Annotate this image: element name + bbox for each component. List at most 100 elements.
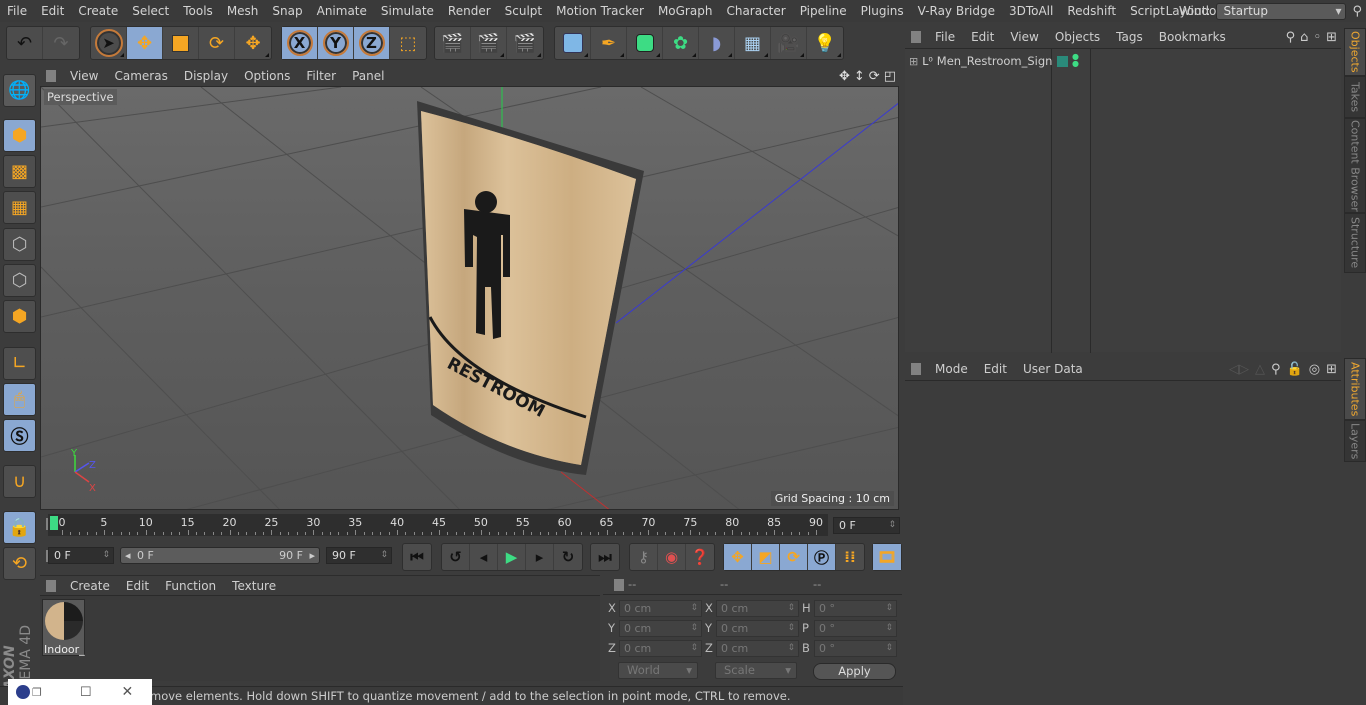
- objects-new-panel-icon[interactable]: ⊞: [1326, 30, 1337, 45]
- cube-button[interactable]: [555, 27, 591, 59]
- next-frame-button[interactable]: ▸: [526, 544, 554, 570]
- up-arrow-icon[interactable]: △: [1255, 362, 1265, 377]
- redo-button[interactable]: ↷: [43, 27, 79, 59]
- target-icon[interactable]: ◎: [1309, 362, 1320, 377]
- objects-menu-view[interactable]: View: [1002, 30, 1046, 44]
- size-mode-dropdown[interactable]: Scale: [715, 662, 797, 679]
- viewport-menu-options[interactable]: Options: [236, 69, 298, 83]
- tab-content-browser[interactable]: Content Browser: [1344, 118, 1366, 213]
- search-icon[interactable]: ⚲: [1352, 4, 1362, 19]
- key-position-button[interactable]: ✥: [724, 544, 752, 570]
- menu-create[interactable]: Create: [71, 4, 125, 18]
- play-button[interactable]: ▶: [498, 544, 526, 570]
- make-editable-button[interactable]: 🌐: [3, 74, 36, 107]
- menu-pipeline[interactable]: Pipeline: [793, 4, 854, 18]
- previous-frame-button[interactable]: ◂: [470, 544, 498, 570]
- lock-icon[interactable]: 🔓: [1287, 362, 1303, 377]
- object-row[interactable]: ⊞ L⁰ Men_Restroom_Sign ● ●: [905, 52, 1345, 70]
- coordinate-system-button[interactable]: ⬚: [390, 27, 426, 59]
- tab-structure[interactable]: Structure: [1344, 213, 1366, 273]
- apply-button[interactable]: Apply: [813, 663, 896, 680]
- texture-mode-button[interactable]: ▩: [3, 155, 36, 188]
- range-left-arrow-icon[interactable]: ◂: [125, 548, 131, 563]
- layout-dropdown[interactable]: Startup: [1216, 2, 1347, 20]
- locked-workplane-button[interactable]: 🔒: [3, 511, 36, 544]
- keyframe-selection-button[interactable]: ❓: [686, 544, 714, 570]
- key-rotation-button[interactable]: ⟳: [780, 544, 808, 570]
- x-axis-lock-button[interactable]: X: [282, 27, 318, 59]
- expand-icon[interactable]: ⊞: [909, 55, 918, 68]
- attributes-menu-mode[interactable]: Mode: [927, 362, 976, 376]
- key-parameter-button[interactable]: Ⓟ: [808, 544, 836, 570]
- attributes-menu-user-data[interactable]: User Data: [1015, 362, 1091, 376]
- viewport-orbit-icon[interactable]: ⟳: [869, 69, 880, 84]
- menu-motion-tracker[interactable]: Motion Tracker: [549, 4, 651, 18]
- layer-color-swatch[interactable]: [1057, 55, 1068, 67]
- 3d-viewport[interactable]: RESTROOM Y Z X Perspective Grid Spacing …: [40, 86, 899, 510]
- render-region-button[interactable]: 🎬: [435, 27, 471, 59]
- render-settings-button[interactable]: 🎬: [507, 27, 543, 59]
- size-x-field[interactable]: 0 cm: [716, 600, 799, 617]
- z-axis-lock-button[interactable]: Z: [354, 27, 390, 59]
- frame-range-slider[interactable]: ◂ 0 F 90 F ▸: [120, 547, 320, 564]
- snap-button[interactable]: ∪: [3, 465, 36, 498]
- objects-menu-tags[interactable]: Tags: [1108, 30, 1151, 44]
- menu-render[interactable]: Render: [441, 4, 498, 18]
- undo-button[interactable]: ↶: [7, 27, 43, 59]
- render-to-picture-viewer-button[interactable]: 🎬: [471, 27, 507, 59]
- restore-icon[interactable]: ❐: [32, 686, 42, 699]
- record-keys-button[interactable]: ⚷: [630, 544, 658, 570]
- viewport-menu-view[interactable]: View: [62, 69, 106, 83]
- goto-end-button[interactable]: ⏭: [591, 544, 619, 570]
- timeline-window-button[interactable]: 🎞: [873, 544, 901, 570]
- transform-tool-button[interactable]: ✥: [235, 27, 271, 59]
- scale-tool-button[interactable]: [163, 27, 199, 59]
- menu-mograph[interactable]: MoGraph: [651, 4, 720, 18]
- pos-z-field[interactable]: 0 cm: [619, 640, 702, 657]
- restroom-sign-object[interactable]: RESTROOM: [417, 101, 644, 475]
- maximize-icon[interactable]: ☐: [80, 685, 92, 700]
- current-frame-field[interactable]: 0 F: [833, 517, 900, 534]
- objects-menu-objects[interactable]: Objects: [1047, 30, 1108, 44]
- auto-keying-button[interactable]: ◉: [658, 544, 686, 570]
- objects-home-icon[interactable]: ⌂: [1300, 30, 1308, 45]
- material-menu-edit[interactable]: Edit: [118, 579, 157, 593]
- timeline-ruler[interactable]: 0 5 10 15 20 25 30 35 40 45 50 55 60 65 70 75 80 85 90: [48, 514, 828, 536]
- menu-redshift[interactable]: Redshift: [1060, 4, 1123, 18]
- attributes-menu-edit[interactable]: Edit: [976, 362, 1015, 376]
- menu-tools[interactable]: Tools: [176, 4, 220, 18]
- polygons-mode-button[interactable]: ⬢: [3, 300, 36, 333]
- viewport-menu-cameras[interactable]: Cameras: [106, 69, 175, 83]
- workplane-align-button[interactable]: ⟲: [3, 547, 36, 580]
- back-arrow-icon[interactable]: ◁▷: [1229, 362, 1249, 377]
- floor-button[interactable]: ▦: [735, 27, 771, 59]
- viewport-menu-display[interactable]: Display: [176, 69, 236, 83]
- menu-animate[interactable]: Animate: [310, 4, 374, 18]
- viewport-maximize-icon[interactable]: ◰: [884, 69, 896, 84]
- end-frame-field[interactable]: 90 F: [326, 547, 392, 564]
- rotate-tool-button[interactable]: ⟳: [199, 27, 235, 59]
- material-menu-texture[interactable]: Texture: [224, 579, 284, 593]
- size-y-field[interactable]: 0 cm: [716, 620, 799, 637]
- menu-simulate[interactable]: Simulate: [374, 4, 441, 18]
- pos-x-field[interactable]: 0 cm: [619, 600, 702, 617]
- menu-mesh[interactable]: Mesh: [220, 4, 266, 18]
- menu-3dtoall[interactable]: 3DToAll: [1002, 4, 1060, 18]
- edges-mode-button[interactable]: ⬡: [3, 264, 36, 297]
- menu-edit[interactable]: Edit: [34, 4, 71, 18]
- menu-file[interactable]: File: [0, 4, 34, 18]
- workplane-mode-button[interactable]: ▦: [3, 191, 36, 224]
- y-axis-lock-button[interactable]: Y: [318, 27, 354, 59]
- menu-script[interactable]: Script: [1123, 4, 1172, 18]
- camera-label[interactable]: Perspective: [44, 89, 117, 105]
- visibility-dots-icon[interactable]: ● ●: [1072, 53, 1079, 68]
- playhead[interactable]: [50, 516, 58, 530]
- objects-menu-file[interactable]: File: [927, 30, 963, 44]
- close-icon[interactable]: ✕: [122, 684, 134, 700]
- viewport-menu-filter[interactable]: Filter: [298, 69, 344, 83]
- material-menu-function[interactable]: Function: [157, 579, 224, 593]
- camera-button[interactable]: 🎥: [771, 27, 807, 59]
- subdivision-surface-button[interactable]: [627, 27, 663, 59]
- menu-select[interactable]: Select: [125, 4, 176, 18]
- material-menu-create[interactable]: Create: [62, 579, 118, 593]
